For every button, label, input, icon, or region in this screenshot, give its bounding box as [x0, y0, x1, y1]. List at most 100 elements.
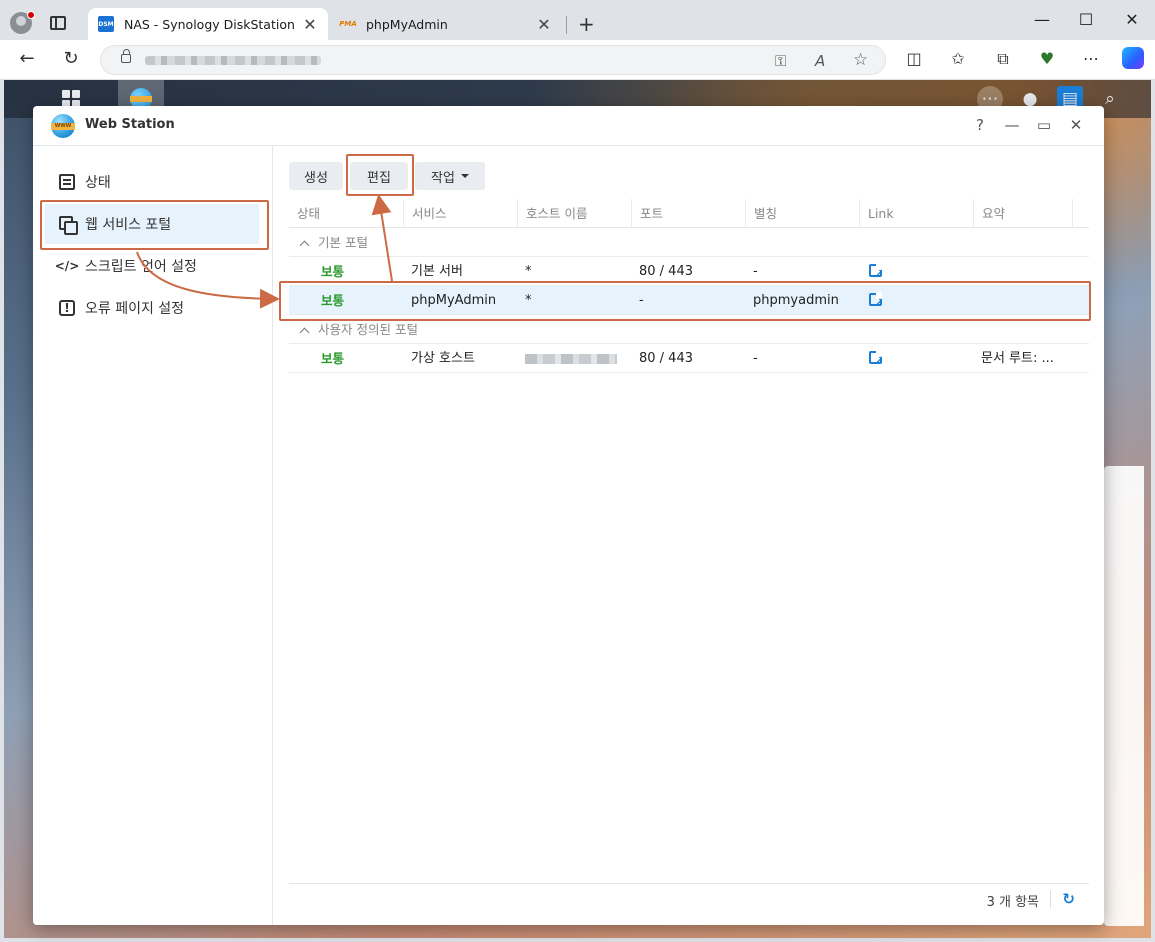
column-header-link[interactable]: Link — [859, 199, 973, 228]
more-options-icon[interactable]: ⋯ — [1080, 49, 1102, 68]
column-header-service[interactable]: 서비스 — [403, 199, 517, 228]
web-station-logo-icon: WWW — [51, 114, 75, 138]
status-icon — [59, 174, 75, 190]
portal-icon — [59, 216, 78, 235]
tab-synology[interactable]: DSM NAS - Synology DiskStation ✕ — [88, 8, 328, 40]
key-icon[interactable]: ⚿ — [775, 52, 786, 70]
error-icon: ! — [59, 300, 75, 316]
browser-health-icon[interactable]: ♥ — [1036, 49, 1058, 68]
summary-cell — [973, 286, 981, 315]
copilot-icon[interactable] — [1122, 47, 1144, 69]
tab-separator — [566, 16, 567, 34]
port-cell: - — [639, 293, 644, 308]
item-count: 3 개 항목 — [986, 895, 1039, 910]
sidebar-item-script-language[interactable]: </> 스크립트 언어 설정 — [45, 246, 259, 286]
sidebar-item-error-page[interactable]: ! 오류 페이지 설정 — [45, 288, 259, 328]
status-cell: 보통 — [321, 351, 345, 366]
url-input[interactable]: ⚿ A ☆ — [100, 45, 886, 75]
main-content: 생성 편집 작업 상태 서비스 호스트 이름 포트 별칭 Link 요약 기본 … — [289, 146, 1089, 925]
create-button[interactable]: 생성 — [289, 162, 343, 190]
window-minimize-icon[interactable]: — — [1003, 116, 1021, 134]
tab-title: phpMyAdmin — [366, 16, 448, 32]
lock-icon[interactable] — [121, 49, 131, 63]
table-row-selected[interactable]: 보통 phpMyAdmin * - phpmyadmin — [289, 286, 1089, 315]
status-cell: 보통 — [321, 293, 345, 308]
service-cell: 가상 호스트 — [411, 351, 475, 366]
summary-cell — [973, 257, 981, 286]
sidebar-item-label: 상태 — [85, 175, 111, 191]
group-header-default[interactable]: 기본 포털 — [289, 228, 1089, 257]
sidebar-item-label: 오류 페이지 설정 — [85, 301, 185, 317]
tab-phpmyadmin[interactable]: PMA phpMyAdmin ✕ — [330, 8, 562, 40]
web-station-window: WWW Web Station ? — ▭ ✕ 상태 웹 서비스 포털 </> … — [33, 106, 1104, 925]
port-cell: 80 / 443 — [639, 264, 693, 279]
column-header-status[interactable]: 상태 — [289, 199, 403, 228]
notification-dot — [27, 11, 35, 19]
group-label: 사용자 정의된 포털 — [318, 322, 418, 337]
browser-maximize-icon[interactable]: ☐ — [1076, 10, 1096, 29]
table-footer: 3 개 항목 ↻ — [289, 883, 1089, 912]
tab-actions-icon[interactable] — [50, 16, 66, 30]
table-row[interactable]: 보통 기본 서버 * 80 / 443 - — [289, 257, 1089, 286]
back-icon[interactable]: ← — [16, 48, 38, 69]
collections-icon[interactable]: ⧉ — [992, 49, 1014, 69]
reload-icon[interactable]: ↻ — [60, 48, 82, 69]
code-icon: </> — [54, 259, 80, 273]
collapse-icon[interactable] — [299, 327, 310, 338]
service-cell: 기본 서버 — [411, 264, 463, 279]
host-cell: * — [525, 293, 532, 308]
read-aloud-icon[interactable]: A — [815, 52, 825, 70]
collapse-icon[interactable] — [299, 240, 310, 251]
column-header-port[interactable]: 포트 — [631, 199, 745, 228]
new-tab-icon[interactable]: + — [578, 12, 595, 36]
sidebar-item-label: 스크립트 언어 설정 — [85, 259, 197, 275]
footer-separator — [1050, 890, 1051, 908]
column-header-host[interactable]: 호스트 이름 — [517, 199, 631, 228]
alias-cell: - — [753, 351, 758, 366]
service-cell: phpMyAdmin — [411, 293, 497, 308]
blurred-url — [145, 56, 321, 65]
browser-tabbar: DSM NAS - Synology DiskStation ✕ PMA php… — [0, 0, 1155, 40]
alias-cell: - — [753, 264, 758, 279]
action-dropdown-button[interactable]: 작업 — [415, 162, 485, 190]
split-screen-icon[interactable]: ◫ — [903, 49, 925, 68]
tab-close-icon[interactable]: ✕ — [536, 15, 552, 34]
group-label: 기본 포털 — [318, 235, 368, 250]
sidebar-item-label: 웹 서비스 포털 — [85, 217, 172, 233]
table-header: 상태 서비스 호스트 이름 포트 별칭 Link 요약 — [289, 199, 1089, 228]
host-cell: * — [525, 264, 532, 279]
edit-button[interactable]: 편집 — [350, 162, 408, 190]
sidebar-item-web-portal[interactable]: 웹 서비스 포털 — [45, 204, 259, 244]
blurred-host — [525, 353, 617, 364]
browser-close-icon[interactable]: ✕ — [1122, 10, 1142, 29]
column-header-summary[interactable]: 요약 — [973, 199, 1073, 228]
widget-panel — [1104, 466, 1144, 926]
status-cell: 보통 — [321, 264, 345, 279]
window-maximize-icon[interactable]: ▭ — [1035, 116, 1053, 134]
column-header-alias[interactable]: 별칭 — [745, 199, 859, 228]
tab-title: NAS - Synology DiskStation — [124, 16, 295, 32]
address-bar: ← ↻ ⚿ A ☆ ◫ ✩ ⧉ ♥ ⋯ — [0, 40, 1155, 80]
window-titlebar[interactable]: WWW Web Station ? — ▭ ✕ — [33, 106, 1104, 146]
tab-close-icon[interactable]: ✕ — [302, 15, 318, 34]
action-label: 작업 — [431, 170, 455, 186]
sidebar-item-status[interactable]: 상태 — [45, 162, 259, 202]
window-close-icon[interactable]: ✕ — [1067, 116, 1085, 134]
summary-cell: 문서 루트: ... — [981, 351, 1054, 366]
browser-minimize-icon[interactable]: — — [1032, 10, 1052, 29]
caret-down-icon — [460, 174, 469, 178]
external-link-icon[interactable] — [869, 346, 882, 373]
group-header-custom[interactable]: 사용자 정의된 포털 — [289, 315, 1089, 344]
alias-cell: phpmyadmin — [753, 293, 839, 308]
pma-favicon-icon: PMA — [339, 20, 357, 28]
dsm-favicon-icon: DSM — [98, 16, 114, 32]
external-link-icon[interactable] — [869, 259, 882, 286]
external-link-icon[interactable] — [869, 288, 882, 315]
refresh-icon[interactable]: ↻ — [1062, 890, 1075, 908]
favorite-star-icon[interactable]: ☆ — [853, 50, 868, 70]
favorites-icon[interactable]: ✩ — [947, 49, 969, 68]
window-title: Web Station — [85, 117, 175, 132]
help-icon[interactable]: ? — [971, 116, 989, 134]
sidebar: 상태 웹 서비스 포털 </> 스크립트 언어 설정 ! 오류 페이지 설정 — [33, 146, 273, 925]
table-row[interactable]: 보통 가상 호스트 80 / 443 - 문서 루트: ... — [289, 344, 1089, 373]
